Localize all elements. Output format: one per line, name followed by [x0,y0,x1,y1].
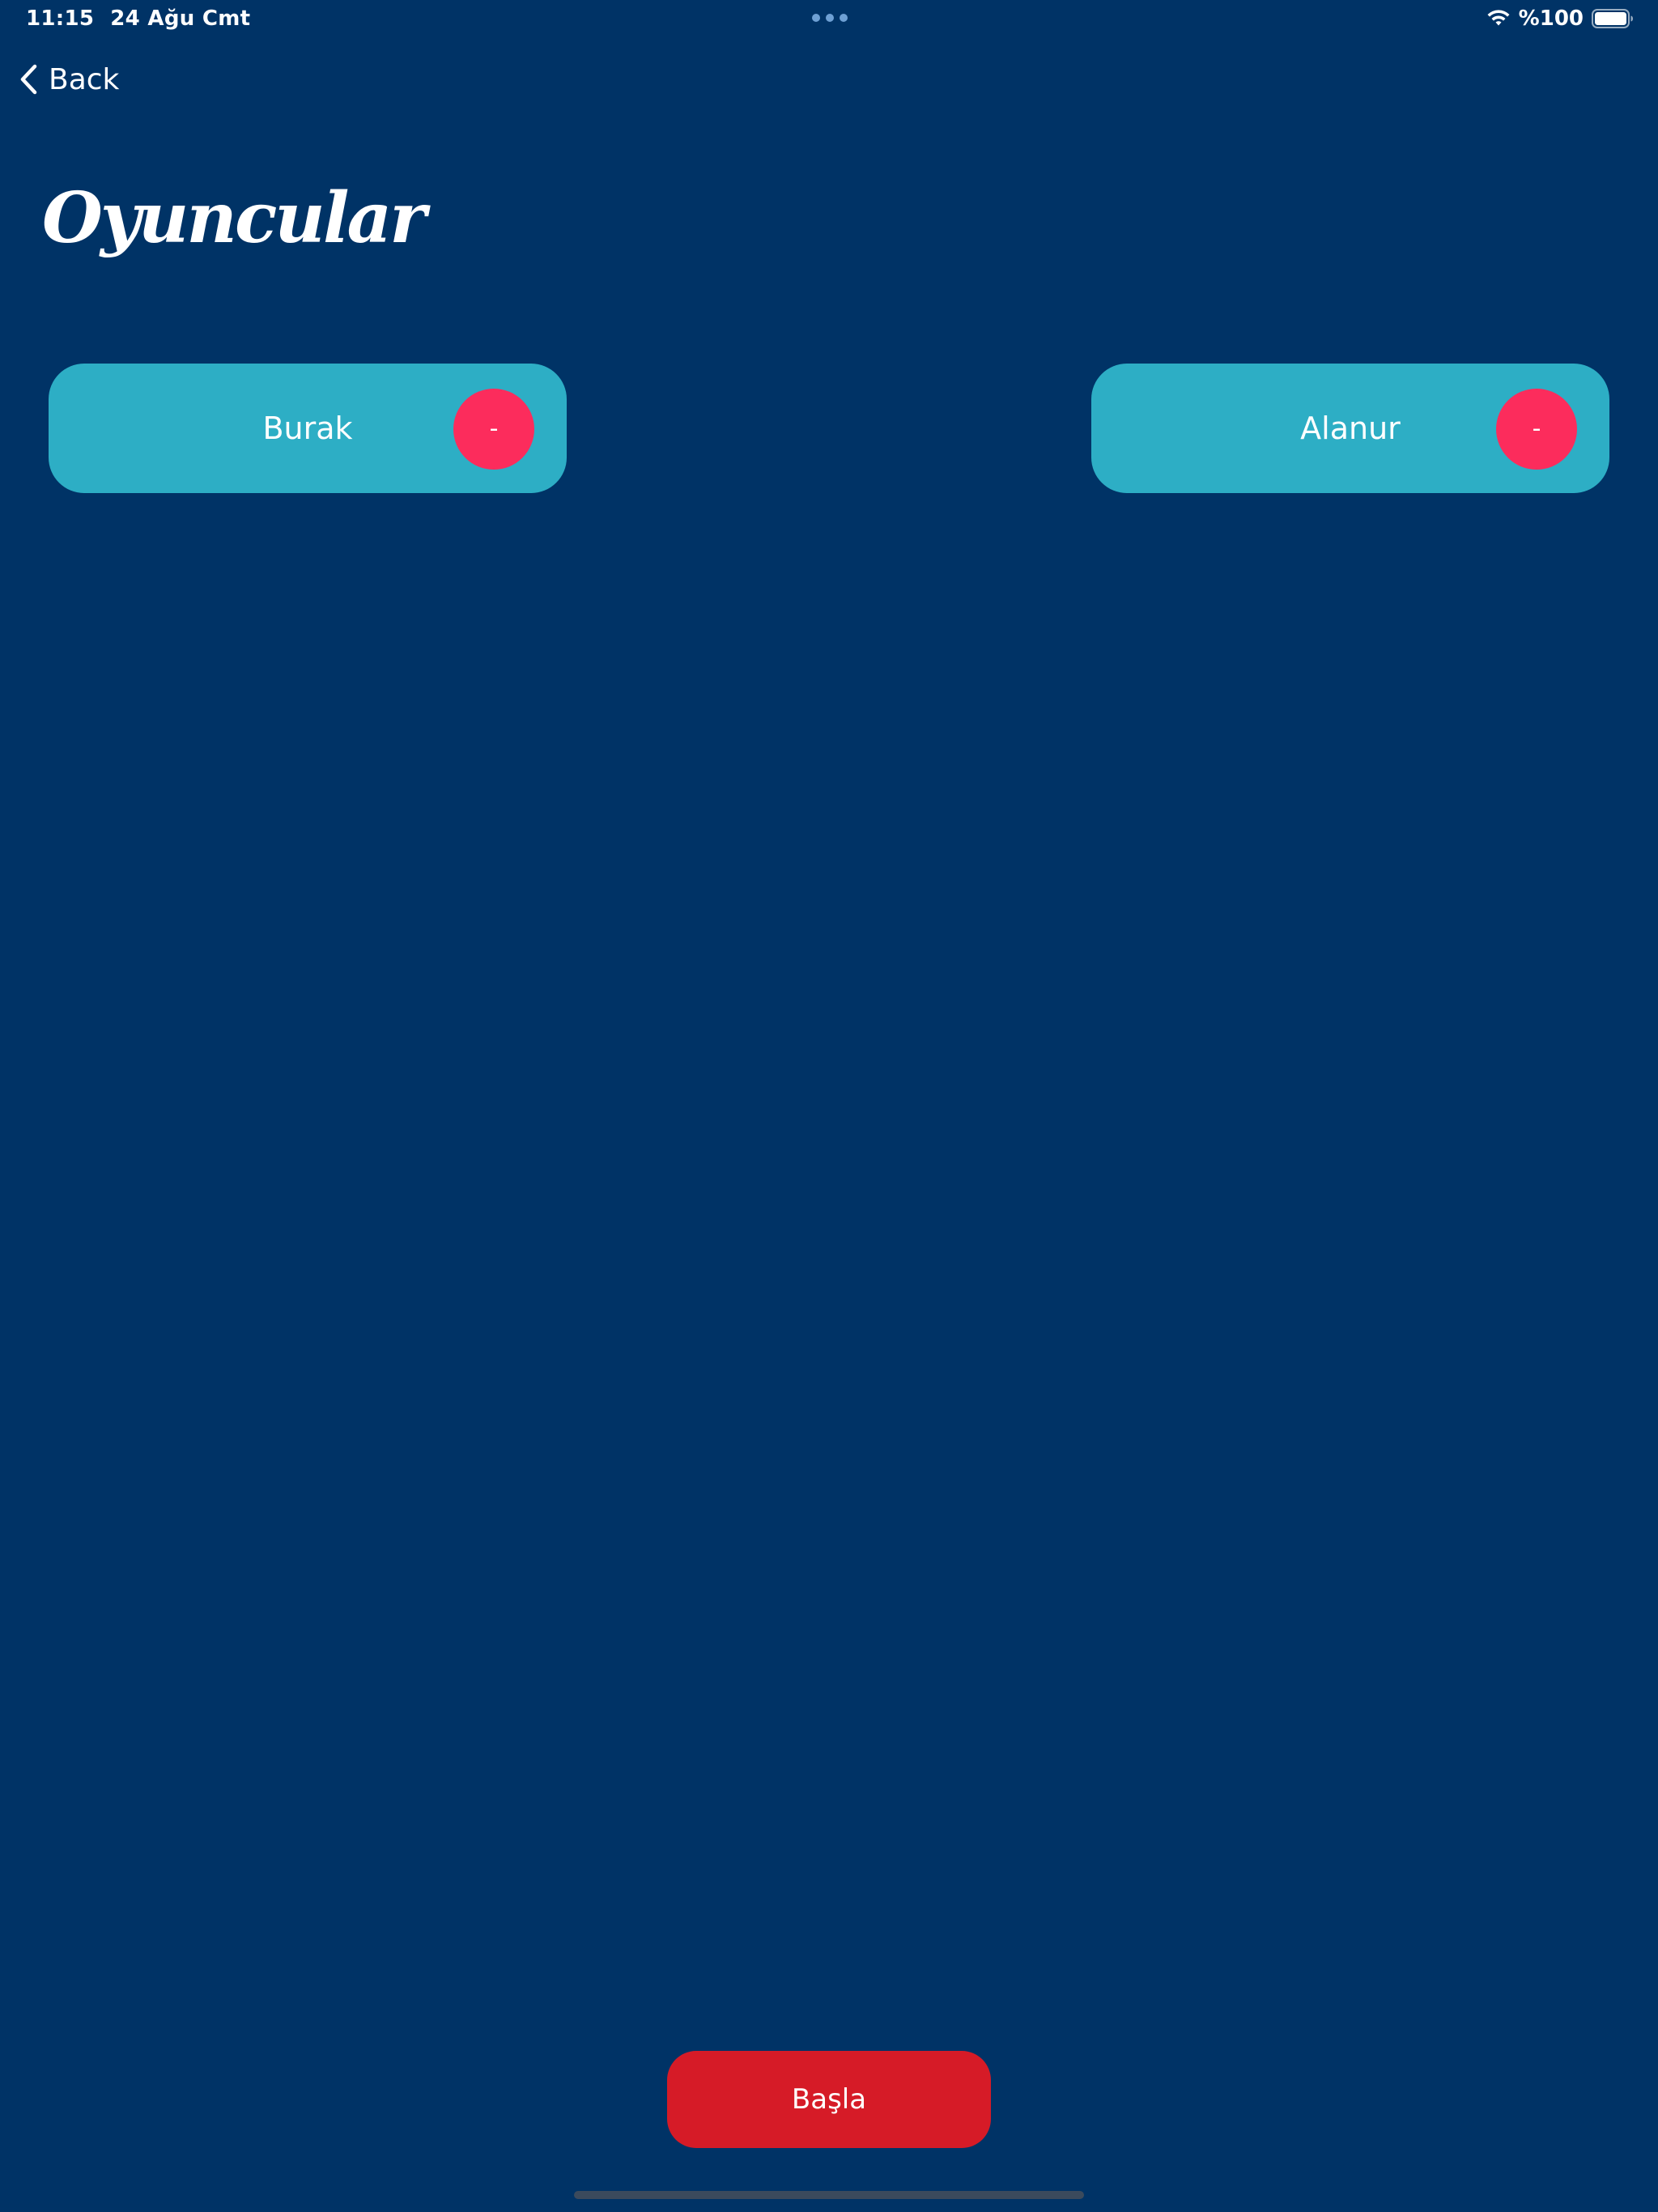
status-time: 11:15 [26,6,95,31]
player-card: Burak - [49,364,567,493]
page-title: Oyuncular [42,177,427,259]
status-bar-left: 11:15 24 Ağu Cmt [26,6,250,31]
battery-percentage: %100 [1518,6,1584,31]
player-card: Alanur - [1091,364,1609,493]
back-label: Back [49,62,120,96]
remove-player-button[interactable]: - [1496,389,1577,470]
status-bar-right: %100 [1486,6,1634,31]
start-button[interactable]: Başla [667,2051,991,2148]
back-button[interactable]: Back [19,58,119,100]
status-date: 24 Ağu Cmt [110,6,251,31]
chevron-left-icon [20,64,37,95]
home-indicator[interactable] [574,2191,1084,2199]
wifi-icon [1487,10,1510,26]
multitasking-dots-icon[interactable] [812,14,848,22]
remove-player-button[interactable]: - [453,389,534,470]
battery-full-icon [1592,9,1633,28]
